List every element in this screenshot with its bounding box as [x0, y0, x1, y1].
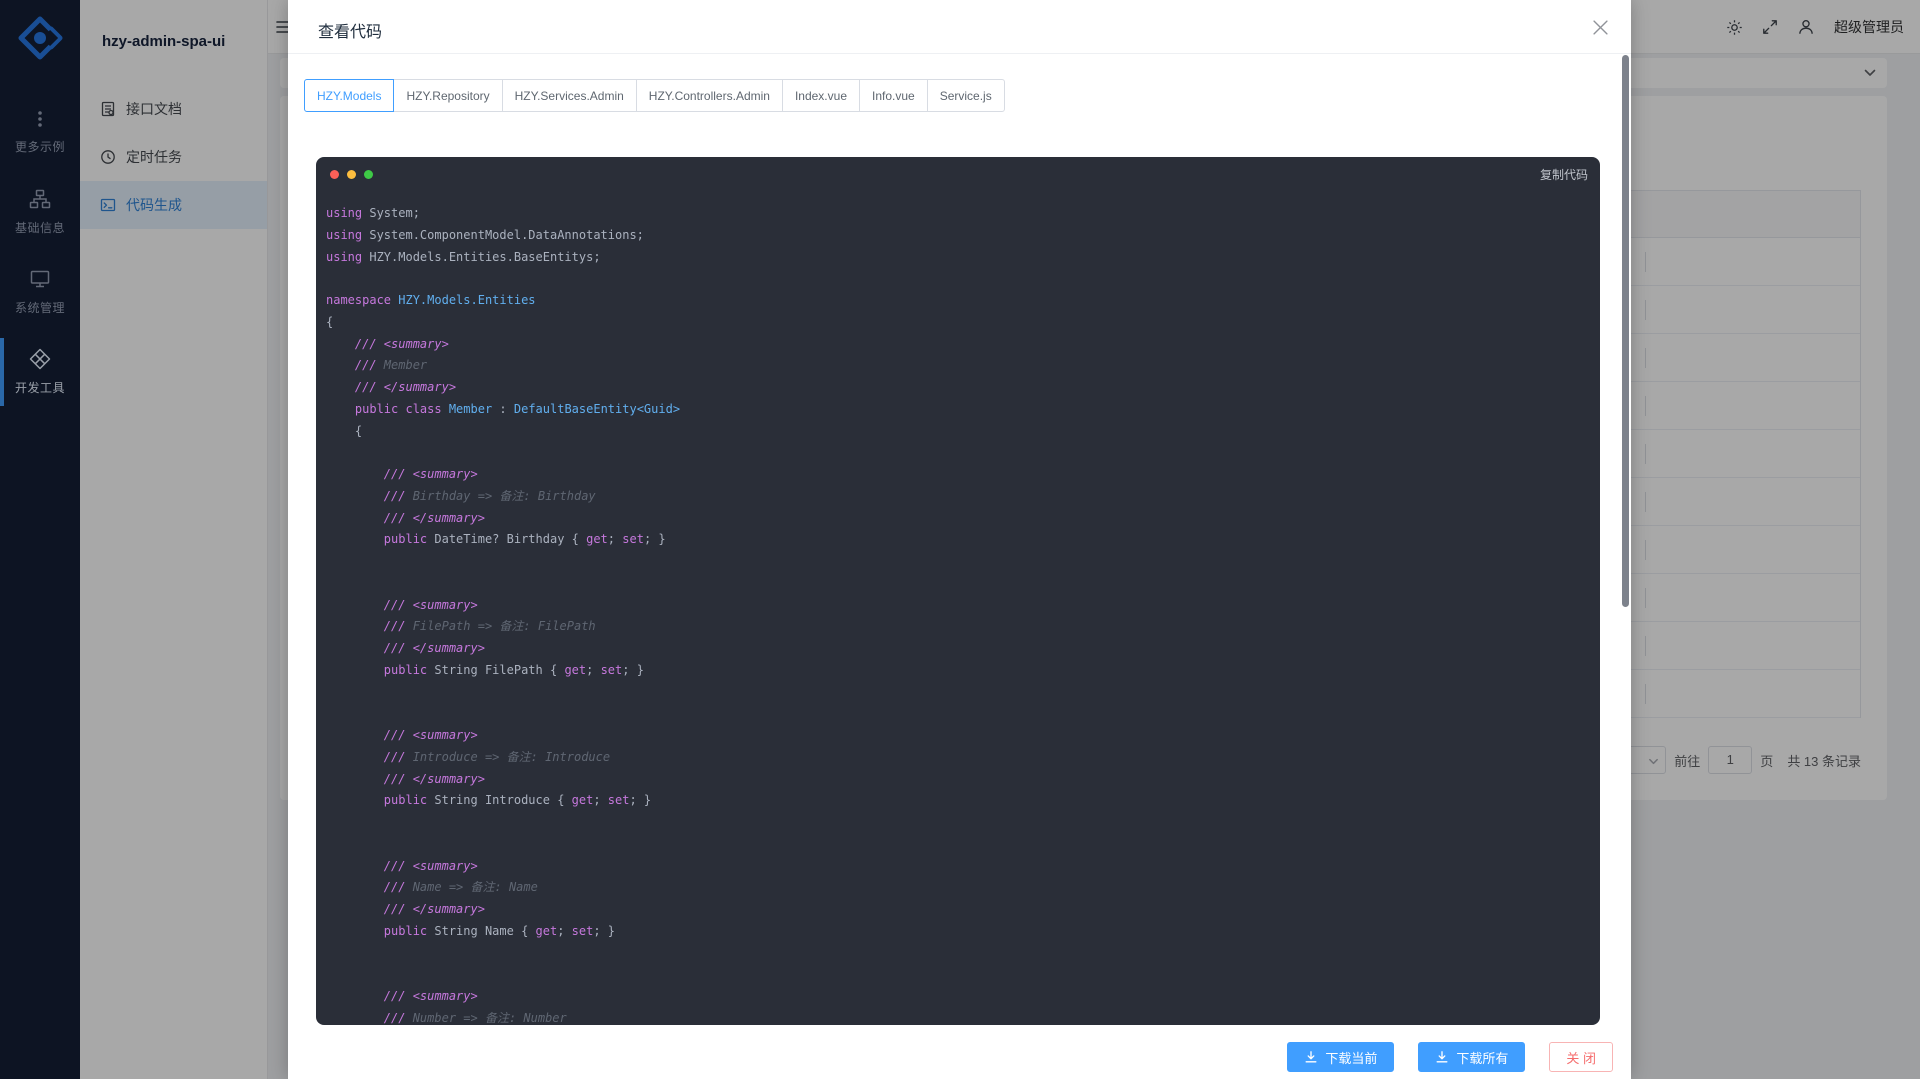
yellow-dot-icon: [347, 170, 356, 179]
code-file-tabs: HZY.ModelsHZY.RepositoryHZY.Services.Adm…: [304, 79, 1005, 112]
close-button[interactable]: 关 闭: [1549, 1042, 1613, 1072]
tab-Info.vue[interactable]: Info.vue: [859, 79, 928, 112]
red-dot-icon: [330, 170, 339, 179]
code-viewer: 复制代码 using System;using System.Component…: [316, 157, 1600, 1025]
tab-HZY.Controllers.Admin[interactable]: HZY.Controllers.Admin: [636, 79, 783, 112]
modal-header: 查看代码: [288, 0, 1631, 54]
close-icon[interactable]: [1589, 16, 1611, 38]
download-icon: [1304, 1050, 1318, 1064]
download-icon: [1435, 1050, 1449, 1064]
tab-HZY.Repository[interactable]: HZY.Repository: [393, 79, 502, 112]
download-all-button[interactable]: 下载所有: [1418, 1042, 1525, 1072]
view-code-modal: 查看代码 HZY.ModelsHZY.RepositoryHZY.Service…: [288, 0, 1631, 1079]
modal-scrollbar-thumb[interactable]: [1622, 55, 1629, 607]
copy-code-button[interactable]: 复制代码: [1540, 166, 1588, 183]
tab-HZY.Services.Admin[interactable]: HZY.Services.Admin: [502, 79, 637, 112]
green-dot-icon: [364, 170, 373, 179]
window-dots-icon: [330, 170, 373, 179]
modal-footer: 下载当前 下载所有 关 闭: [288, 1035, 1631, 1079]
modal-title: 查看代码: [318, 18, 382, 42]
tab-Service.js[interactable]: Service.js: [927, 79, 1005, 112]
code-content: using System;using System.ComponentModel…: [316, 191, 1600, 1025]
download-current-button[interactable]: 下载当前: [1287, 1042, 1394, 1072]
code-titlebar: 复制代码: [316, 157, 1600, 191]
tab-Index.vue[interactable]: Index.vue: [782, 79, 860, 112]
tab-HZY.Models[interactable]: HZY.Models: [304, 79, 394, 112]
